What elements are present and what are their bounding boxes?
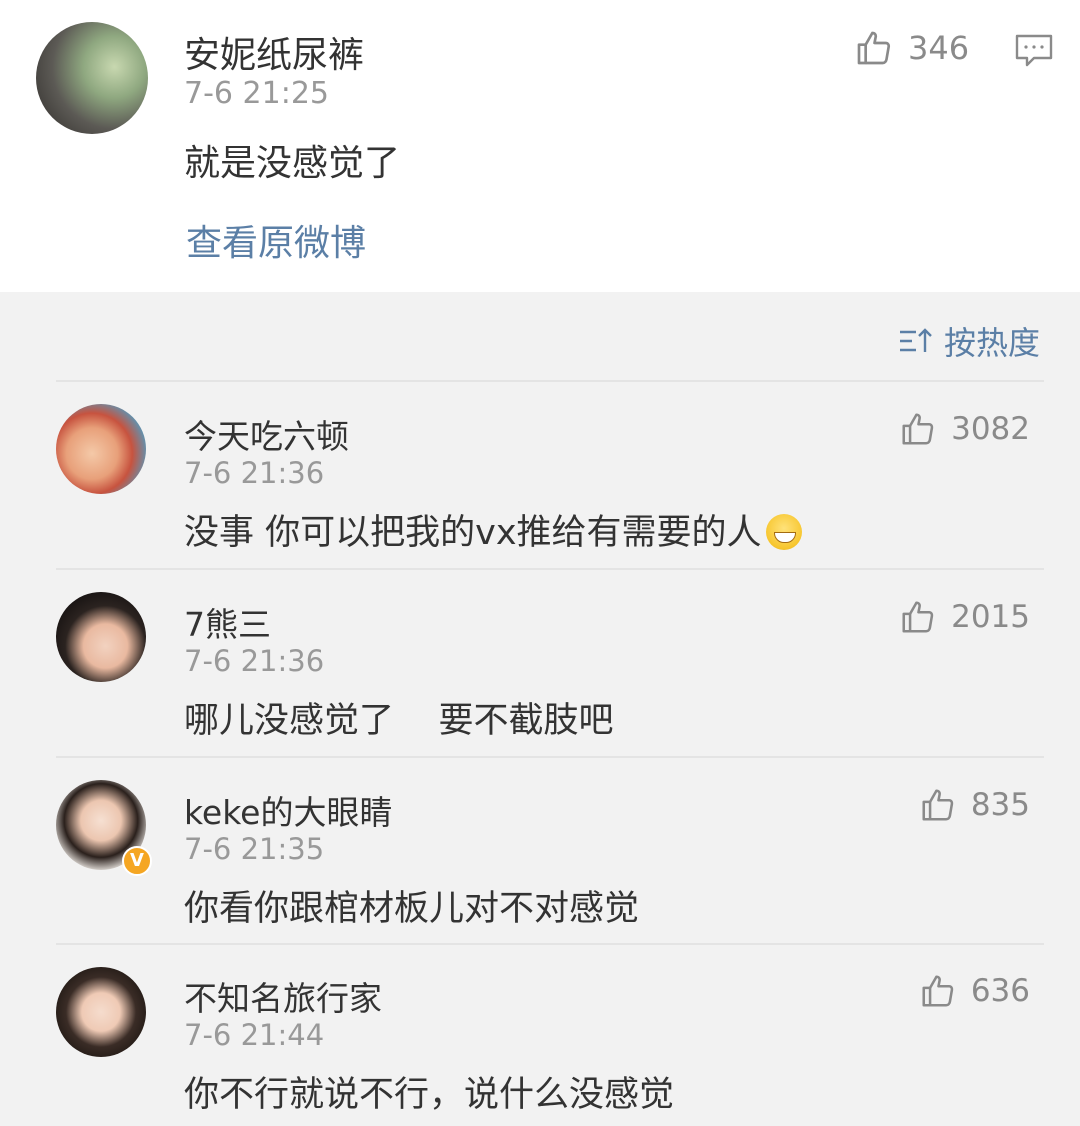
comment-like-count: 2015 — [951, 599, 1030, 635]
thumbs-up-icon — [902, 601, 934, 633]
divider — [56, 943, 1044, 945]
comment-like-count: 3082 — [951, 411, 1030, 447]
post-time: 7-6 21:25 — [184, 76, 329, 111]
view-original-link[interactable]: 查看原微博 — [186, 214, 366, 266]
divider — [56, 568, 1044, 570]
comment-time: 7-6 21:36 — [184, 456, 325, 490]
verified-badge-icon: V — [122, 846, 152, 876]
thumbs-up-icon — [857, 31, 891, 65]
commenter-avatar[interactable] — [56, 592, 146, 682]
post-text: 就是没感觉了 — [184, 143, 401, 184]
commenter-name[interactable]: 今天吃六顿 — [184, 410, 349, 458]
comment-like-button[interactable]: 2015 — [899, 598, 1030, 636]
sort-label: 按热度 — [943, 324, 1040, 362]
sort-by-hot-button[interactable]: 按热度 — [898, 318, 1040, 364]
original-post: 安妮纸尿裤 7-6 21:25 就是没感觉了 查看原微博 346 — [0, 0, 1080, 292]
comment-like-button[interactable]: 835 — [919, 786, 1030, 824]
comment-like-button[interactable]: 3082 — [899, 410, 1030, 448]
comment-text: 没事 你可以把我的vx推给有需要的人 — [184, 504, 802, 555]
post-author-avatar[interactable] — [36, 22, 148, 134]
commenter-avatar[interactable] — [56, 967, 146, 1057]
comment-like-count: 835 — [970, 787, 1030, 823]
thumbs-up-icon — [902, 413, 934, 445]
comment-time: 7-6 21:36 — [184, 644, 325, 678]
comment-like-button[interactable]: 636 — [919, 972, 1030, 1010]
comment-text: 你看你跟棺材板儿对不对感觉 — [184, 889, 640, 929]
thumbs-up-icon — [922, 789, 954, 821]
comment-time: 7-6 21:44 — [184, 1018, 325, 1052]
comment-text: 你不行就说不行，说什么没感觉 — [184, 1075, 675, 1115]
sort-icon — [899, 328, 932, 352]
commenter-name[interactable]: 7熊三 — [184, 598, 271, 646]
comment-text-content: 没事 你可以把我的vx推给有需要的人 — [184, 513, 762, 553]
commenter-avatar[interactable] — [56, 404, 146, 494]
commenter-name[interactable]: 不知名旅行家 — [184, 972, 382, 1020]
post-author-name[interactable]: 安妮纸尿裤 — [184, 26, 364, 78]
divider — [56, 380, 1044, 382]
comment-icon[interactable] — [1014, 33, 1054, 69]
thumbs-up-icon — [922, 975, 954, 1007]
post-like-button[interactable]: 346 — [854, 28, 969, 68]
commenter-name[interactable]: keke的大眼睛 — [184, 786, 392, 834]
comment-text: 哪儿没感觉了 要不截肢吧 — [184, 701, 614, 741]
grin-emoji-icon — [765, 514, 802, 550]
post-like-count: 346 — [908, 29, 970, 67]
divider — [56, 756, 1044, 758]
comment-time: 7-6 21:35 — [184, 832, 325, 866]
comment-like-count: 636 — [970, 973, 1030, 1009]
